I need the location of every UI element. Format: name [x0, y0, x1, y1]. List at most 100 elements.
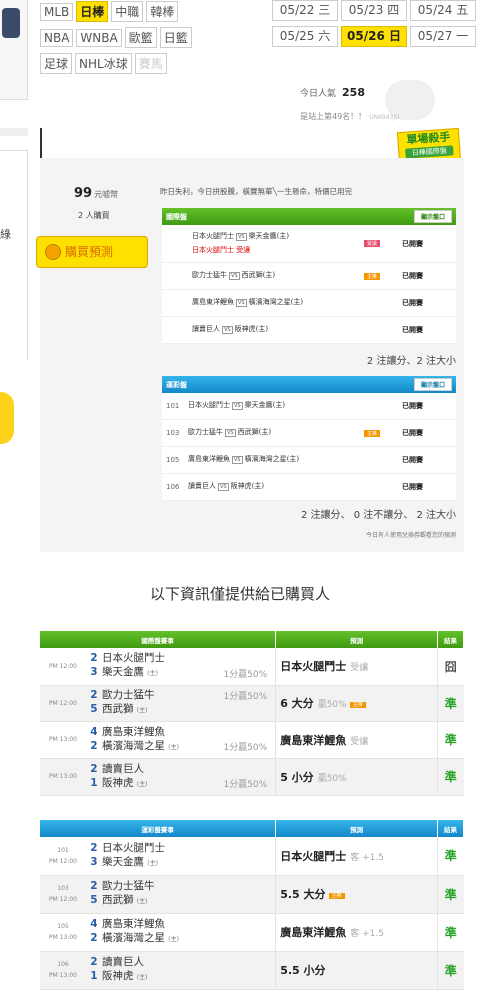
- date-row-2: 05/25 六 05/26 日 05/27 一: [272, 26, 480, 47]
- date-row-1: 05/22 三 05/23 四 05/24 五: [272, 0, 480, 21]
- popularity-rank: 是站上第49名！！ UN6943JU: [300, 111, 400, 122]
- table-row: 103 PM 12:00 2 歐力士猛牛 5 西武獅 (主) 5.5 大分 主推 準: [40, 875, 464, 914]
- intl-match: 日本火腿鬥士 VS 樂天金鷹(主) 日本火腿鬥士 受讓 受讓 已開賽: [162, 225, 456, 263]
- vs-icon: VS: [232, 456, 243, 464]
- result-hit: 準: [437, 837, 464, 876]
- intl-match: 讀賣巨人 VS 阪神虎(主) 已開賽: [162, 317, 456, 344]
- date-0523[interactable]: 05/23 四: [341, 0, 407, 21]
- popularity-value: 258: [342, 86, 365, 99]
- sport-tag-nhl[interactable]: NHL冰球: [75, 53, 132, 74]
- col-prediction: 預測: [275, 631, 438, 648]
- result-hit: 準: [437, 913, 464, 952]
- lottery-match: 103 歐力士猛牛 VS 西武獅(主) 主推 已開賽: [162, 420, 456, 447]
- date-0525[interactable]: 05/25 六: [272, 26, 338, 47]
- result-miss: 囧: [437, 648, 464, 686]
- sport-tag-horse-racing[interactable]: 賽馬: [134, 53, 167, 74]
- intl-summary: 2 注讓分、2 注大小: [366, 356, 456, 367]
- sport-tag-cpbl[interactable]: 中職: [111, 1, 144, 22]
- vs-icon: VS: [232, 402, 243, 410]
- match-status: 已開賽: [402, 299, 423, 307]
- lottery-match: 106 讀賣巨人 VS 阪神虎(主) 已開賽: [162, 474, 456, 501]
- lottery-panel: 運彩盤 顯示盤口 101 日本火腿鬥士 VS 樂天金鷹(主) 已開賽 103 歐力士…: [162, 376, 456, 501]
- date-0524[interactable]: 05/24 五: [410, 0, 476, 21]
- intl-match: 廣島東洋鯉魚 VS 橫濱海灣之星(主) 已開賽: [162, 290, 456, 317]
- result-hit: 準: [437, 951, 464, 990]
- price-value: 99: [74, 186, 93, 201]
- result-hit: 準: [437, 875, 464, 914]
- vs-icon: VS: [229, 272, 240, 280]
- vs-icon: VS: [236, 233, 247, 241]
- intl-panel: 國際盤 顯示盤口 日本火腿鬥士 VS 樂天金鷹(主) 日本火腿鬥士 受讓 受讓 已開…: [162, 208, 456, 344]
- left-sidebar-text[interactable]: 綠: [0, 226, 11, 242]
- match-status: 已開賽: [402, 483, 423, 491]
- pick-tag: 受讓: [363, 240, 380, 247]
- sport-filter: MLB 日棒 中職 韓棒 NBA WNBA 歐籃 日籃 足球 NHL冰球 賽馬: [40, 0, 270, 78]
- table-row: 106 PM 13:00 2 讀賣巨人 1 阪神虎 (主) 5.5 小分 準: [40, 951, 464, 990]
- lottery-panel-header: 運彩盤 顯示盤口: [162, 376, 456, 393]
- match-status: 已開賽: [402, 239, 423, 248]
- sport-tag-euro-basketball[interactable]: 歐籃: [124, 27, 157, 48]
- coin-icon: [45, 244, 61, 260]
- col-result: 結果: [437, 631, 464, 648]
- intl-panel-title: 國際盤: [166, 212, 187, 221]
- result-hit: 準: [437, 721, 464, 759]
- left-divider: [0, 128, 28, 136]
- vs-icon: VS: [218, 483, 229, 491]
- price-unit: 元噓幣: [94, 190, 119, 199]
- sport-row-1: MLB 日棒 中職 韓棒: [40, 0, 270, 23]
- date-0526[interactable]: 05/26 日: [341, 26, 407, 47]
- match-number: 101: [166, 402, 180, 410]
- intl-show-odds-button[interactable]: 顯示盤口: [413, 210, 452, 223]
- sport-tag-nba[interactable]: NBA: [40, 28, 74, 47]
- sport-tag-soccer[interactable]: 足球: [40, 53, 73, 74]
- match-status: 已開賽: [402, 326, 423, 334]
- col-prediction: 預測: [275, 820, 438, 837]
- purchased-info-heading: 以下資訊僅提供給已購買人: [149, 585, 330, 603]
- table-row: PM 12:00 2 歐力士猛牛 5 西武獅 (主) 1分贏50% 6 大分 贏50%…: [40, 685, 464, 722]
- match-status: 已開賽: [402, 456, 423, 464]
- match-number: 105: [166, 456, 180, 464]
- prediction-card: 99 元噓幣 2 人購買 購買預測 昨日失利，今日拼股騰，橫寶無華╲一生懸命，特價…: [36, 158, 464, 552]
- intl-results-table: 國際盤賽事 預測 結果 PM 12:00 2 日本火腿鬥士 3 樂天金鷹 (主) 1…: [40, 631, 464, 796]
- voucher-note: 今日有人使用兌換券觀看您的預測: [365, 532, 456, 539]
- lottery-show-odds-button[interactable]: 顯示盤口: [413, 378, 452, 391]
- sport-tag-japan-basketball[interactable]: 日籃: [159, 27, 192, 48]
- table-header: 國際盤賽事 預測 結果: [40, 631, 464, 648]
- sport-tag-mlb[interactable]: MLB: [40, 2, 74, 21]
- match-status: 已開賽: [402, 429, 423, 437]
- intl-panel-header: 國際盤 顯示盤口: [162, 208, 456, 225]
- result-hit: 準: [437, 758, 464, 796]
- table-row: PM 12:00 2 日本火腿鬥士 3 樂天金鷹 (主) 1分贏50% 日本火腿鬥士…: [40, 648, 464, 686]
- date-0522[interactable]: 05/22 三: [272, 0, 338, 21]
- sport-tag-kbo[interactable]: 韓棒: [146, 1, 179, 22]
- featured-tag: 主推: [363, 429, 380, 437]
- table-header: 運彩盤賽事 預測 結果: [40, 820, 464, 837]
- featured-tag: 主推: [349, 701, 366, 708]
- badge-subtitle: 日棒國際盤: [405, 145, 454, 159]
- predictor-intro: 昨日失利，今日拼股騰，橫寶無華╲一生懸命，特價已用完: [160, 187, 353, 196]
- lottery-panel-title: 運彩盤: [166, 380, 187, 389]
- buy-prediction-button[interactable]: 購買預測: [36, 236, 148, 268]
- table-row: PM 13:00 2 讀賣巨人 1 阪神虎 (主) 1分贏50% 5 小分 贏50% …: [40, 758, 464, 796]
- lottery-match: 101 日本火腿鬥士 VS 樂天金鷹(主) 已開賽: [162, 393, 456, 420]
- sport-tag-npb[interactable]: 日棒: [76, 1, 109, 22]
- col-game: 運彩盤賽事: [40, 820, 277, 837]
- vs-icon: VS: [222, 326, 233, 334]
- featured-tag: 主推: [363, 272, 380, 280]
- vs-icon: VS: [225, 429, 236, 437]
- rank-text: 是站上第49名！！: [300, 112, 367, 121]
- result-hit: 準: [437, 685, 464, 722]
- table-row: 105 PM 13:00 4 廣島東洋鯉魚 2 橫濱海灣之星 (主) 廣島東洋鯉魚客 …: [40, 913, 464, 952]
- buyer-count: 2 人購買: [78, 211, 110, 220]
- lottery-results-table: 運彩盤賽事 預測 結果 101 PM 12:00 2 日本火腿鬥士 3 樂天金鷹 (主…: [40, 820, 464, 990]
- match-number: 106: [166, 483, 180, 491]
- lottery-summary: 2 注讓分、 0 注不讓分、 2 注大小: [301, 510, 456, 521]
- left-sidebar-avatar-box: [0, 0, 28, 100]
- popularity-label: 今日人氣: [300, 89, 337, 99]
- date-0527[interactable]: 05/27 一: [410, 26, 476, 47]
- vs-icon: VS: [236, 299, 247, 307]
- date-picker: 05/22 三 05/23 四 05/24 五 05/25 六 05/26 日 …: [272, 0, 480, 52]
- user-code: UN6943JU: [369, 114, 400, 121]
- sport-tag-wnba[interactable]: WNBA: [76, 28, 122, 47]
- intl-pick: 日本火腿鬥士 受讓: [192, 246, 251, 254]
